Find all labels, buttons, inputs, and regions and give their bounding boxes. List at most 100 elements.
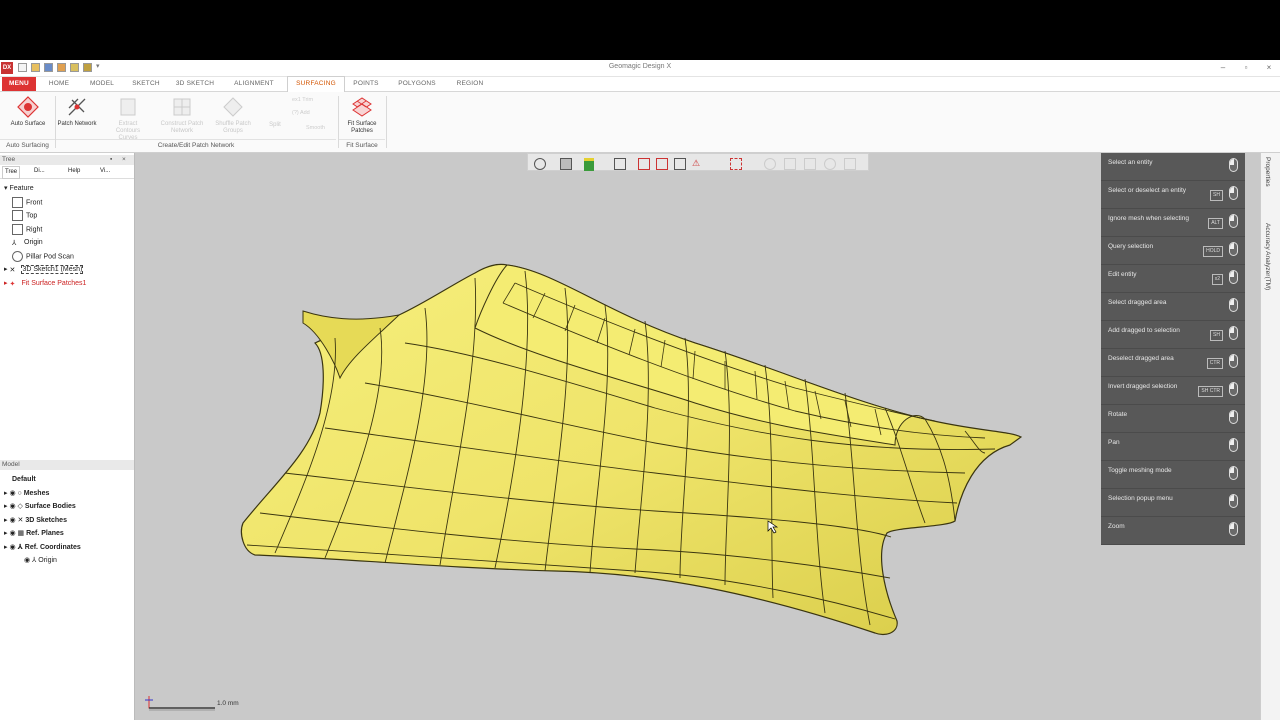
filter4-icon[interactable] [824,158,836,170]
fit-surface-icon: ✦ [9,280,16,288]
sketch-icon: ✕ [9,266,16,274]
tab-3d-sketch[interactable]: 3D SKETCH [170,77,220,91]
model-item-meshes[interactable]: ▸ ◉ ○ Meshes [4,488,49,500]
tab-tree[interactable]: Tree [2,166,21,179]
fit-surface-patches-button[interactable]: Fit Surface Patches [342,94,382,138]
section-view-icon[interactable] [674,158,686,170]
filter2-icon[interactable] [784,158,796,170]
filter3-icon[interactable] [804,158,816,170]
mouse-help-row: Deselect dragged area CTR [1101,349,1245,377]
auto-surface-icon [17,96,39,118]
mouse-help-row: Edit entity x2 [1101,265,1245,293]
mouse-help-row: Select an entity [1101,153,1245,181]
tab-help[interactable]: Help [68,166,80,177]
tree-item-3d-sketch1[interactable]: ▸ ✕ 3D Sketch1 (Mesh) [4,264,84,276]
model-item-label: Ref. Planes [26,530,64,537]
construct-patch-network-button[interactable]: Construct Patch Network [156,94,208,138]
model-item-label: Origin [38,557,57,564]
right-tab-strip: Properties Accuracy Analyzer(TM) [1260,153,1280,720]
measure-icon[interactable]: ⚠ [692,158,702,168]
right-view-icon[interactable] [656,158,668,170]
tree-item-front[interactable]: Front [12,197,42,209]
left-panel: Tree ▪ × Tree Di... Help Vi... ▾ Feature… [0,153,135,720]
mouse-help-label: Zoom [1108,523,1125,530]
mouse-help-row: Toggle meshing mode [1101,461,1245,489]
pin-icon[interactable]: ▪ [110,155,112,165]
tab-model[interactable]: MODEL [84,77,120,91]
tab-sketch[interactable]: SKETCH [128,77,164,91]
mouse-button-icon [1229,522,1238,536]
model-item-surface-bodies[interactable]: ▸ ◉ ◇ Surface Bodies [4,501,76,513]
tree-item-pillar-pod-scan[interactable]: Pillar Pod Scan [12,251,74,263]
tab-accuracy-analyzer[interactable]: Accuracy Analyzer(TM) [1264,223,1271,290]
mouse-button-icon [1229,186,1238,200]
split-button[interactable]: Split [260,122,290,134]
scale-label: 1.0 mm [217,700,239,707]
model-item-label: Meshes [23,490,50,497]
model-item-origin[interactable]: ◉ ⅄ Origin [24,555,57,567]
tree-item-top[interactable]: Top [12,210,37,222]
filter-icon[interactable] [764,158,776,170]
tab-surfacing[interactable]: SURFACING [287,76,345,93]
tab-menu[interactable]: MENU [2,77,36,91]
tab-display[interactable]: Di... [34,166,45,177]
group-label-create-edit: Create/Edit Patch Network [56,139,336,151]
plane-icon [12,224,23,235]
view-sphere-icon[interactable] [534,158,546,170]
front-view-icon[interactable] [614,158,626,170]
minimize-button[interactable]: – [1216,62,1230,74]
title-bar: DX ▾ Geomagic Design X – ▫ × [0,60,1280,77]
view-cube-icon[interactable] [560,158,572,170]
mouse-help-label: Invert dragged selection [1108,383,1178,390]
tree-panel-title: Tree [2,156,16,163]
tab-points[interactable]: POINTS [348,77,384,91]
add-button[interactable]: (?) Add [292,110,310,116]
smooth-button[interactable]: Smooth [306,125,325,131]
tab-polygons[interactable]: POLYGONS [392,77,442,91]
top-view-icon[interactable] [638,158,650,170]
modifier-key-badge: SH [1210,190,1223,201]
modifier-key-badge: CTR [1206,358,1223,369]
patch-network-label: Patch Network [57,121,97,127]
mouse-help-label: Ignore mesh when selecting [1108,215,1189,222]
maximize-button[interactable]: ▫ [1239,62,1253,74]
filter5-icon[interactable] [844,158,856,170]
auto-surface-button[interactable]: Auto Surface [8,94,48,138]
trim-button[interactable]: ex1 Trim [292,97,313,103]
tree-item-right[interactable]: Right [12,224,42,236]
mesh-icon [12,251,23,262]
surface-model[interactable] [135,153,1260,720]
patch-network-button[interactable]: Patch Network [57,94,97,138]
model-item-3d-sketches[interactable]: ▸ ◉ ✕ 3D Sketches [4,515,67,527]
mouse-help-row: Select or deselect an entity SH [1101,181,1245,209]
shuffle-patch-groups-button[interactable]: Shuffle Patch Groups [210,94,256,138]
fit-surface-patches-icon [352,97,372,117]
tab-alignment[interactable]: ALIGNMENT [226,77,282,91]
mouse-help-label: Rotate [1108,411,1128,418]
selection-mode-icon[interactable] [730,158,742,170]
model-root-default[interactable]: Default [12,474,36,486]
tree-item-fit-surface-patches1[interactable]: ▸ ✦ Fit Surface Patches1 [4,278,86,290]
tab-home[interactable]: HOME [42,77,76,91]
tab-view[interactable]: Vi... [100,166,110,177]
scale-bar: 1.0 mm [143,694,243,714]
mouse-help-label: Toggle meshing mode [1108,467,1172,474]
tree-item-origin[interactable]: ⅄ Origin [12,237,43,249]
group-label-fit-surface: Fit Surface [339,139,385,151]
extract-contours-button[interactable]: Extract Contours Curves [106,94,150,141]
mouse-help-row: Zoom [1101,517,1245,545]
plane-icon [12,197,23,208]
panel-close-icon[interactable]: × [122,155,126,165]
tab-region[interactable]: REGION [448,77,492,91]
mouse-button-icon [1229,298,1238,312]
render-mode-icon[interactable] [584,158,594,171]
tab-properties[interactable]: Properties [1264,157,1271,187]
shuffle-patch-groups-icon [223,97,243,117]
tree-section-feature[interactable]: ▾ Feature [4,183,34,195]
model-item-ref-coordinates[interactable]: ▸ ◉ ⅄ Ref. Coordinates [4,542,81,554]
close-button[interactable]: × [1262,62,1276,74]
construct-patch-network-icon [173,98,191,116]
model-item-ref-planes[interactable]: ▸ ◉ ▦ Ref. Planes [4,528,64,540]
3d-viewport[interactable]: ⚠ Select an entity Select or deselect an … [135,153,1260,720]
mouse-help-label: Deselect dragged area [1108,355,1174,362]
